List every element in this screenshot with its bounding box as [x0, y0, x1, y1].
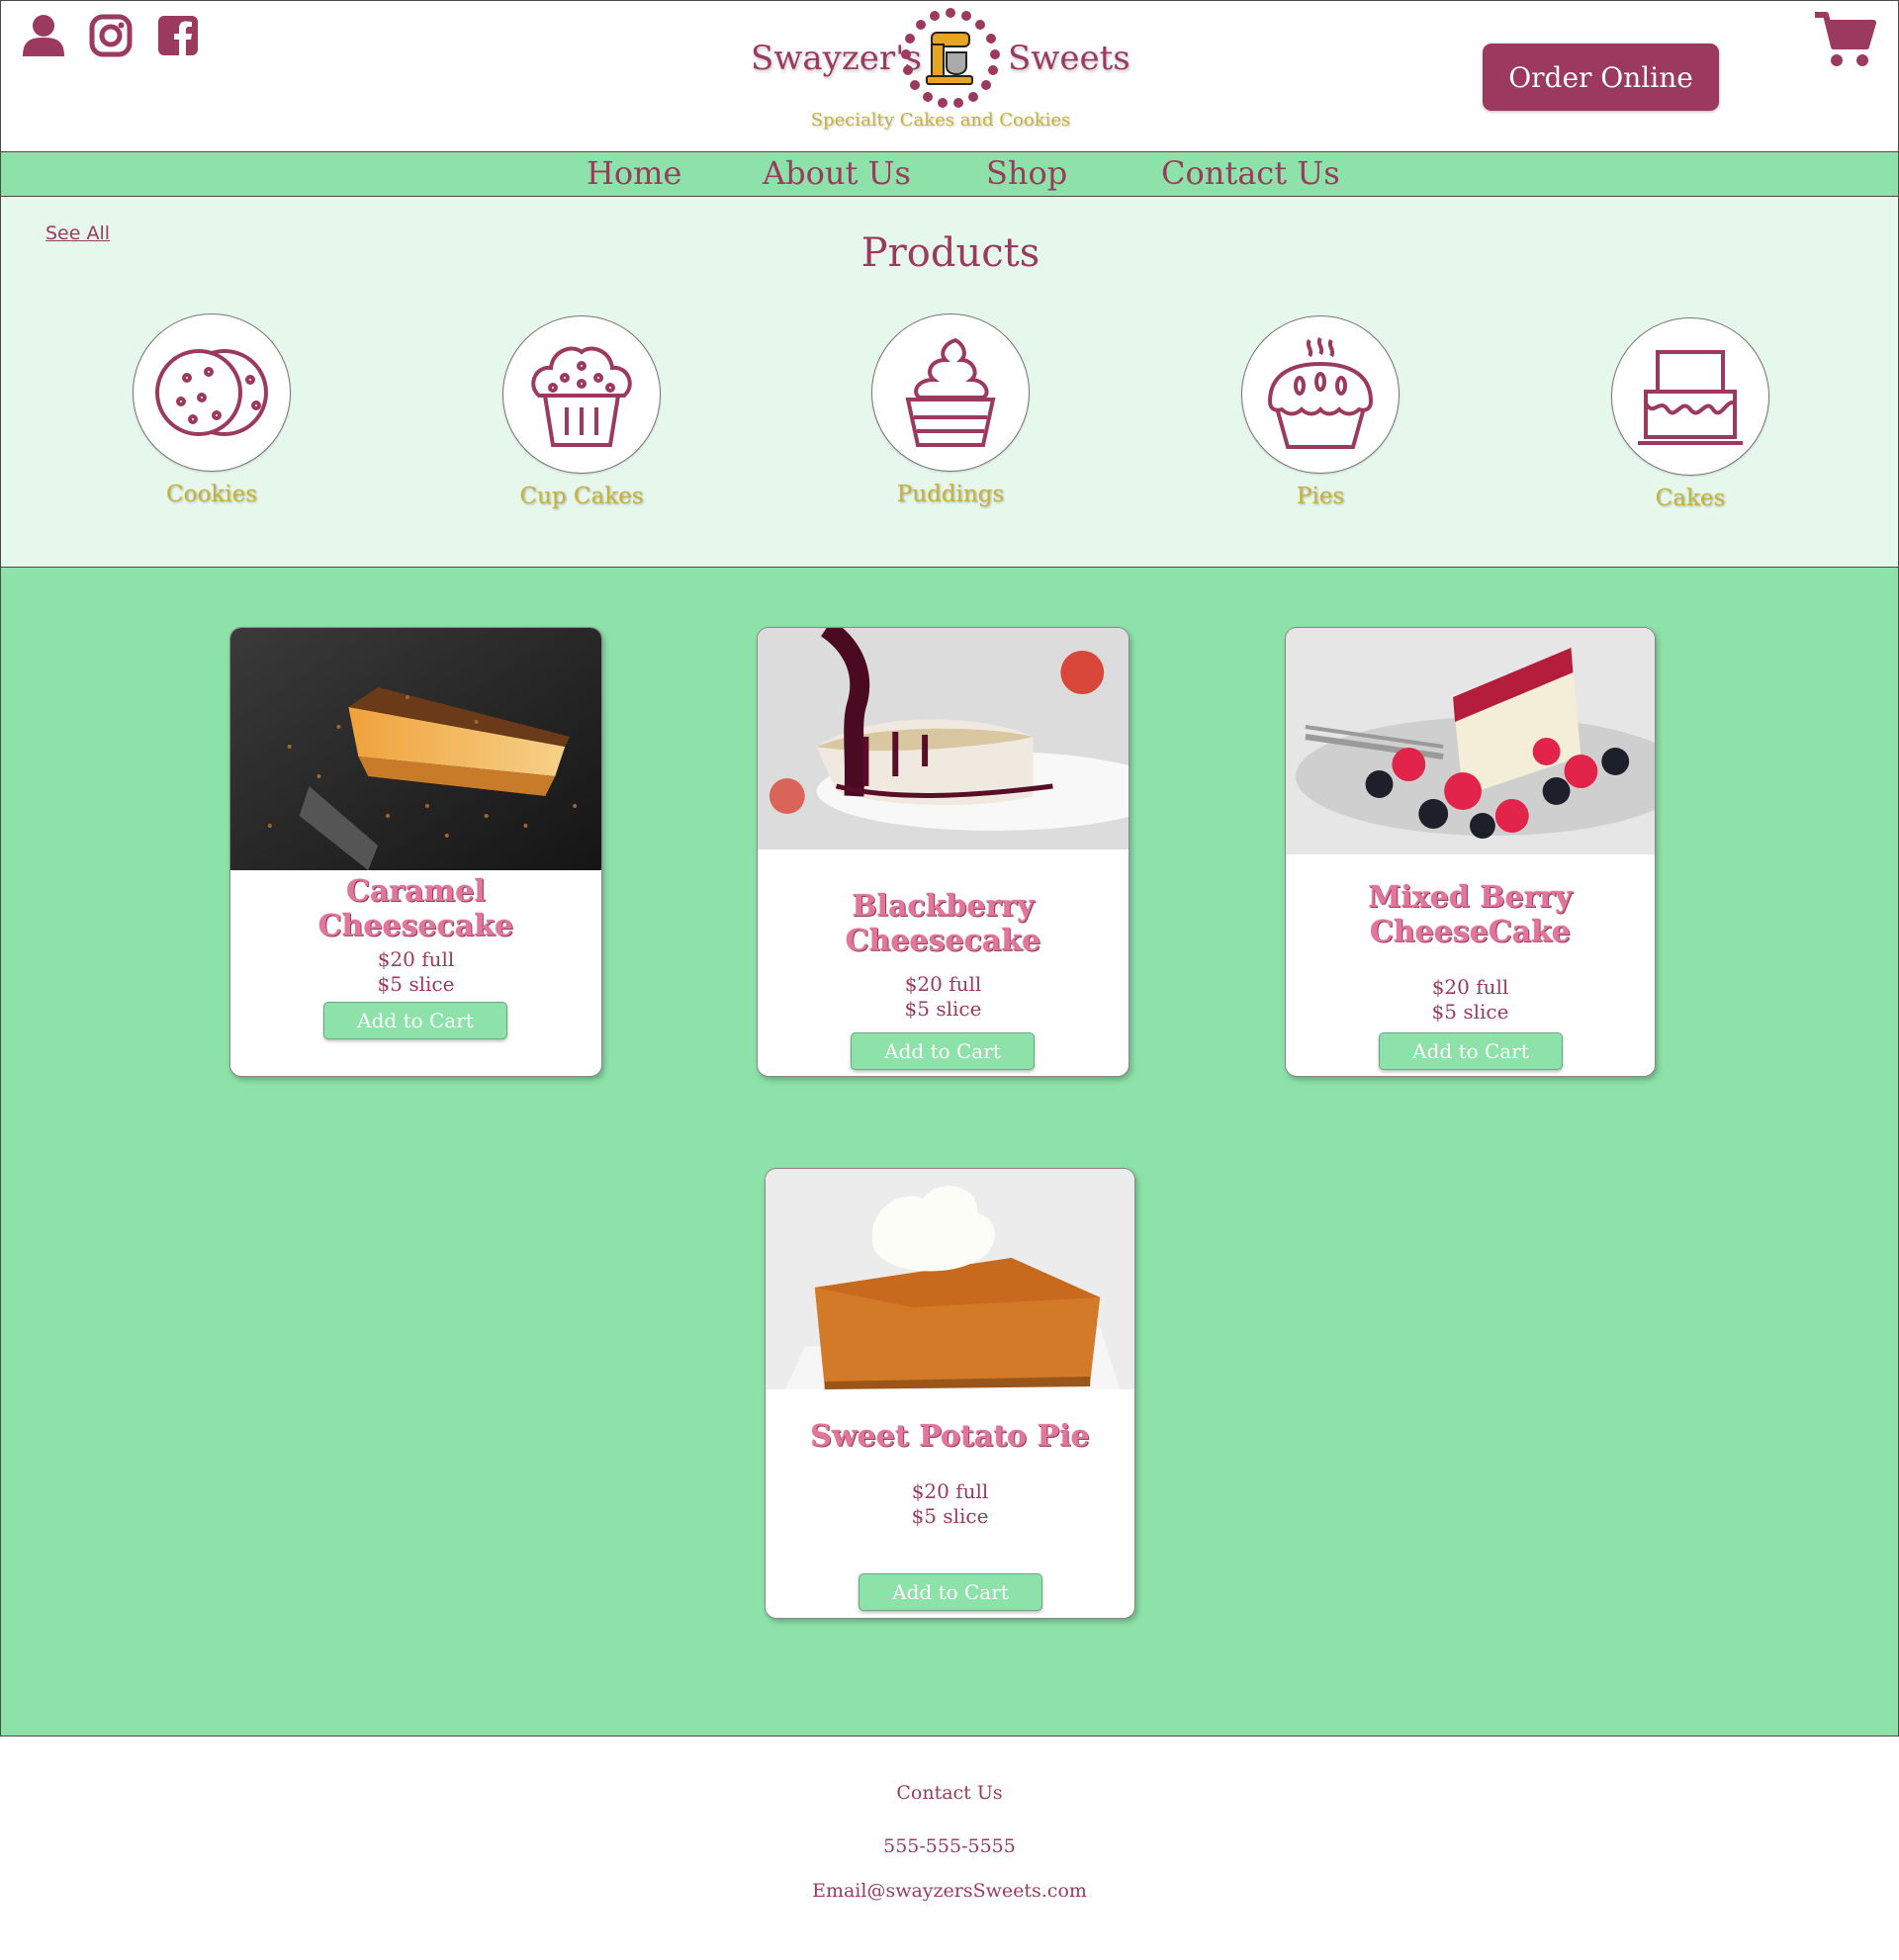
product-price-slice: $5 slice	[1431, 1000, 1509, 1024]
product-card-caramel-cheesecake[interactable]: Caramel Cheesecake $20 full $5 slice Add…	[229, 627, 602, 1077]
product-price-full: $20 full	[904, 972, 982, 996]
product-name: Blackberry Cheesecake	[845, 889, 1041, 958]
caramel-cheesecake-photo	[230, 628, 601, 870]
order-online-button[interactable]: Order Online	[1483, 44, 1719, 111]
add-to-cart-button[interactable]: Add to Cart	[323, 1002, 507, 1039]
category-puddings[interactable]: Puddings	[852, 313, 1049, 507]
product-price-full: $20 full	[1431, 975, 1509, 999]
brand-name-right: Sweets	[1008, 39, 1130, 78]
category-circle	[502, 315, 661, 474]
cookies-icon	[155, 349, 268, 436]
facebook-icon[interactable]	[155, 13, 201, 58]
category-label: Pies	[1296, 484, 1345, 509]
cupcake-icon	[531, 346, 632, 447]
sweet-potato-pie-photo	[766, 1169, 1134, 1389]
site-header: Swayzer's Sweets Specialty Cakes and Coo…	[0, 0, 1899, 151]
instagram-icon[interactable]	[88, 13, 134, 58]
add-to-cart-button[interactable]: Add to Cart	[851, 1032, 1035, 1070]
nav-item-contact-us[interactable]: Contact Us	[1161, 154, 1340, 192]
product-name: Caramel Cheesecake	[317, 874, 514, 943]
product-price-slice: $5 slice	[904, 997, 982, 1021]
footer-phone[interactable]: 555-555-5555	[0, 1835, 1899, 1857]
category-label: Puddings	[896, 482, 1005, 507]
product-grid: Caramel Cheesecake $20 full $5 slice Add…	[0, 568, 1899, 1737]
product-price-full: $20 full	[911, 1479, 989, 1503]
brand-tagline: Specialty Cakes and Cookies	[810, 110, 1071, 131]
brand-logo[interactable]: Swayzer's Sweets Specialty Cakes and Coo…	[743, 7, 1158, 135]
category-label: Cup Cakes	[519, 484, 644, 509]
cart-icon[interactable]	[1813, 11, 1876, 68]
user-icon[interactable]	[21, 13, 66, 58]
category-label: Cakes	[1655, 486, 1726, 511]
category-pies[interactable]: Pies	[1221, 315, 1419, 509]
product-price-slice: $5 slice	[377, 972, 455, 996]
pudding-icon	[905, 337, 996, 447]
products-title: Products	[860, 230, 1040, 276]
blackberry-cheesecake-photo	[758, 628, 1129, 849]
mixed-berry-cheesecake-photo	[1286, 628, 1655, 854]
social-links	[21, 13, 201, 58]
cake-icon	[1638, 350, 1743, 445]
nav-item-home[interactable]: Home	[587, 154, 681, 192]
category-circle	[133, 313, 291, 472]
nav-item-about-us[interactable]: About Us	[763, 154, 911, 192]
main-nav: Home About Us Shop Contact Us	[0, 151, 1899, 197]
category-cookies[interactable]: Cookies	[113, 313, 311, 507]
footer-contact-heading: Contact Us	[896, 1782, 1003, 1804]
category-cakes[interactable]: Cakes	[1591, 317, 1789, 511]
product-price-slice: $5 slice	[911, 1504, 989, 1528]
product-name: Mixed Berry CheeseCake	[1368, 880, 1573, 949]
products-section: See All Products Cookies Cup Cakes Puddi…	[0, 197, 1899, 568]
product-name: Sweet Potato Pie	[810, 1419, 1090, 1454]
product-price-full: $20 full	[377, 947, 455, 971]
footer-email[interactable]: Email@swayzersSweets.com	[0, 1880, 1899, 1902]
product-card-blackberry-cheesecake[interactable]: Blackberry Cheesecake $20 full $5 slice …	[757, 627, 1130, 1077]
pie-icon	[1267, 336, 1374, 449]
nav-item-shop[interactable]: Shop	[986, 154, 1067, 192]
site-footer: Contact Us 555-555-5555 Email@swayzersSw…	[0, 1737, 1899, 1960]
category-circle	[871, 313, 1030, 472]
brand-name-left: Swayzer's	[751, 39, 922, 78]
add-to-cart-button[interactable]: Add to Cart	[859, 1573, 1042, 1611]
category-cup-cakes[interactable]: Cup Cakes	[483, 315, 680, 509]
add-to-cart-button[interactable]: Add to Cart	[1379, 1032, 1563, 1070]
category-circle	[1611, 317, 1769, 476]
mixer-logo-icon	[901, 8, 1000, 108]
product-card-mixed-berry-cheesecake[interactable]: Mixed Berry CheeseCake $20 full $5 slice…	[1285, 627, 1656, 1077]
product-card-sweet-potato-pie[interactable]: Sweet Potato Pie $20 full $5 slice Add t…	[765, 1168, 1135, 1619]
category-label: Cookies	[166, 482, 257, 507]
category-circle	[1241, 315, 1400, 474]
